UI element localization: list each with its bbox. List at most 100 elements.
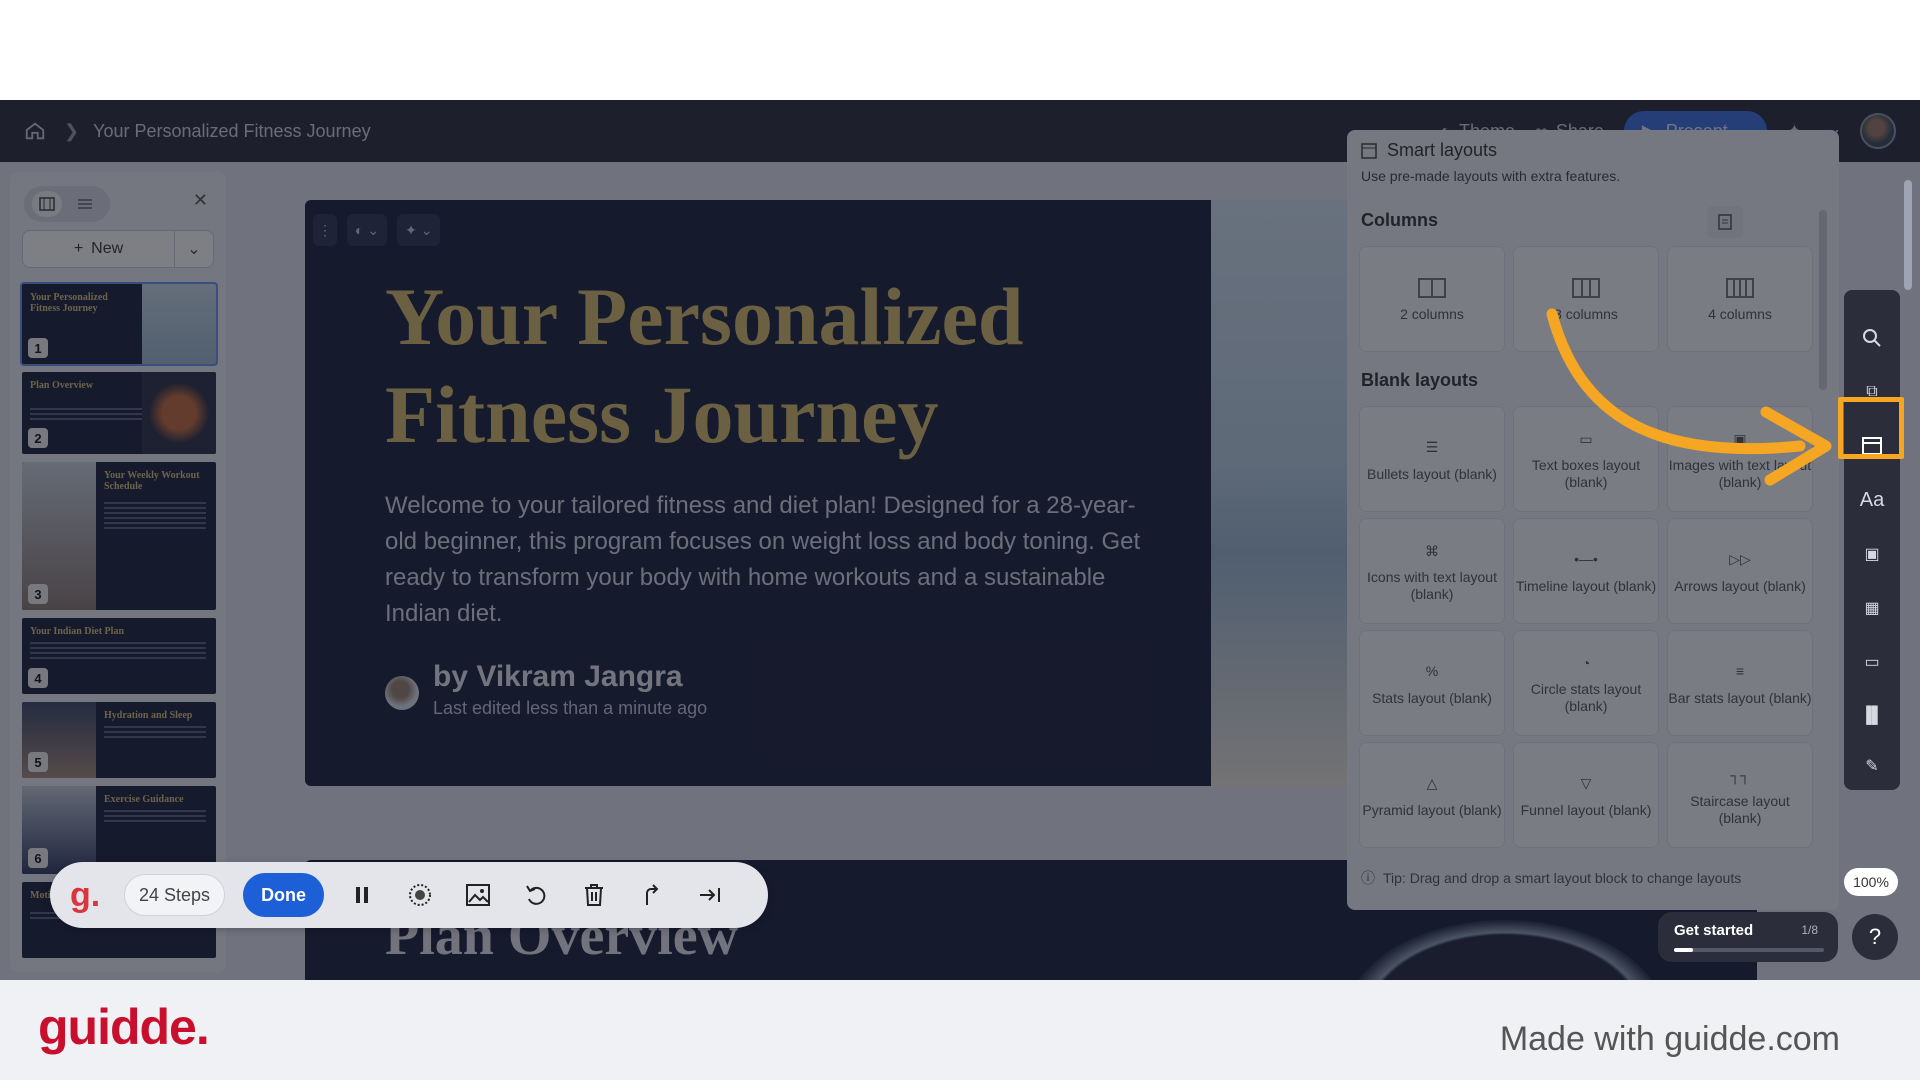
palette-icon: ◐ xyxy=(355,222,364,238)
thumb-number: 5 xyxy=(28,752,48,772)
layout-card-2-columns[interactable]: 2 columns xyxy=(1359,246,1505,352)
skip-end-icon[interactable] xyxy=(690,875,730,915)
layout-card-bullets[interactable]: ☰ Bullets layout (blank) xyxy=(1359,406,1505,512)
breadcrumb-title[interactable]: Your Personalized Fitness Journey xyxy=(93,121,371,142)
thumb-image xyxy=(142,372,216,454)
list-icon xyxy=(78,199,92,209)
zoom-level[interactable]: 100% xyxy=(1844,868,1898,896)
chevron-right-icon: ❯ xyxy=(64,120,80,141)
document-icon[interactable] xyxy=(1707,206,1743,238)
columns-icon xyxy=(1726,276,1754,300)
chart-icon[interactable]: ▐▌ xyxy=(1844,696,1900,736)
get-started-progress xyxy=(1674,948,1824,952)
thumb-title: Exercise Guidance xyxy=(104,794,184,805)
new-slide-button[interactable]: + New ⌄ xyxy=(22,230,214,268)
columns-heading: Columns xyxy=(1361,210,1439,230)
layout-card-pyramid[interactable]: △ Pyramid layout (blank) xyxy=(1359,742,1505,848)
tip-text: ⓘ Tip: Drag and drop a smart layout bloc… xyxy=(1361,870,1742,886)
palette-dropdown[interactable]: ◐ ⌄ xyxy=(347,214,388,246)
last-edited: Last edited less than a minute ago xyxy=(433,698,708,718)
slide-2-image xyxy=(1345,920,1665,980)
slide-title[interactable]: Your Personalized Fitness Journey xyxy=(385,268,1125,464)
thumb-lines xyxy=(30,408,146,423)
done-button[interactable]: Done xyxy=(243,873,325,917)
layout-card-stats[interactable]: % Stats layout (blank) xyxy=(1359,630,1505,736)
plus-icon: + xyxy=(73,240,84,257)
chevron-down-icon: ⌄ xyxy=(367,221,380,238)
text-style-icon[interactable]: Aa xyxy=(1844,480,1900,520)
get-started-widget[interactable]: Get started 1/8 xyxy=(1658,912,1838,962)
panel-view-tabs xyxy=(24,186,110,222)
steps-counter[interactable]: 24 Steps xyxy=(124,874,226,916)
search-icon[interactable] xyxy=(1844,318,1900,358)
percent-icon: % xyxy=(1425,663,1439,679)
undo-icon[interactable] xyxy=(516,875,556,915)
thumb-number: 6 xyxy=(28,848,48,868)
chevron-down-icon: ⌄ xyxy=(420,221,433,238)
pause-icon[interactable] xyxy=(342,875,382,915)
footer: guidde. Made with guidde.com xyxy=(0,980,1920,1080)
help-button[interactable]: ? xyxy=(1852,914,1898,960)
slide-thumb-4[interactable]: Your Indian Diet Plan 4 xyxy=(20,616,218,696)
columns-icon xyxy=(1418,276,1446,300)
thumb-title: Your Personalized Fitness Journey xyxy=(30,292,108,314)
columns-icon xyxy=(1572,276,1600,300)
guidde-logo: g. xyxy=(70,875,101,914)
edit-icon[interactable]: ✎ xyxy=(1844,746,1900,786)
list-view-tab[interactable] xyxy=(70,191,100,217)
thumb-number: 3 xyxy=(28,584,48,604)
get-started-label: Get started xyxy=(1674,922,1754,939)
slide-thumb-5[interactable]: Hydration and Sleep 5 xyxy=(20,700,218,780)
get-started-count: 1/8 xyxy=(1801,923,1818,937)
image-icon[interactable] xyxy=(458,875,498,915)
layout-card-icons-text[interactable]: ⌘ Icons with text layout (blank) xyxy=(1359,518,1505,624)
layout-card-staircase[interactable]: ┐┐ Staircase layout (blank) xyxy=(1667,742,1813,848)
thumb-lines xyxy=(104,810,206,825)
thumb-lines xyxy=(30,642,206,662)
embed-icon[interactable]: ▭ xyxy=(1844,642,1900,682)
share-arrow-icon[interactable] xyxy=(632,875,672,915)
recorder-toolbar: g. 24 Steps Done xyxy=(50,862,768,928)
chevron-down-icon[interactable]: ⌄ xyxy=(175,239,213,259)
new-slide-main[interactable]: + New xyxy=(23,231,175,267)
icons-icon: ⌘ xyxy=(1425,542,1439,559)
sparkle-icon: ✦ xyxy=(405,221,417,238)
blank-layouts-heading: Blank layouts xyxy=(1361,370,1479,390)
slide-thumb-3[interactable]: Your Weekly Workout Schedule 3 xyxy=(20,460,218,612)
home-icon[interactable] xyxy=(24,120,46,142)
slide-thumb-2[interactable]: Plan Overview 2 xyxy=(20,370,218,456)
smart-layouts-subtitle: Use pre-made layouts with extra features… xyxy=(1361,168,1621,184)
pointer-arrow xyxy=(1546,308,1832,486)
slide-thumb-1[interactable]: Your Personalized Fitness Journey 1 xyxy=(20,282,218,366)
image-icon[interactable]: ▣ xyxy=(1844,534,1900,574)
page-scrollbar[interactable] xyxy=(1900,166,1916,980)
layout-card-funnel[interactable]: ▽ Funnel layout (blank) xyxy=(1513,742,1659,848)
film-icon xyxy=(39,197,55,211)
close-icon[interactable]: ✕ xyxy=(193,190,208,211)
layout-card-timeline[interactable]: •—• Timeline layout (blank) xyxy=(1513,518,1659,624)
thumb-image xyxy=(142,284,216,364)
layout-card-arrows[interactable]: ▷▷ Arrows layout (blank) xyxy=(1667,518,1813,624)
slide-body[interactable]: Welcome to your tailored fitness and die… xyxy=(385,488,1165,632)
guidde-logo: guidde. xyxy=(38,999,210,1055)
thumb-lines xyxy=(104,726,206,741)
author-avatar xyxy=(385,676,419,710)
thumbnail-view-tab[interactable] xyxy=(32,191,62,217)
blur-icon[interactable] xyxy=(400,875,440,915)
slide-toolbar: ⋮ ◐ ⌄ ✦ ⌄ xyxy=(313,214,441,246)
ai-edit-dropdown[interactable]: ✦ ⌄ xyxy=(397,214,441,246)
trash-icon[interactable] xyxy=(574,875,614,915)
panel-scrollbar[interactable] xyxy=(1819,196,1829,856)
layout-card-circle-stats[interactable]: ◔ Circle stats layout (blank) xyxy=(1513,630,1659,736)
thumb-title: Plan Overview xyxy=(30,380,94,391)
smart-layouts-header: Smart layouts xyxy=(1361,140,1497,161)
kebab-icon[interactable]: ⋮ xyxy=(313,214,337,246)
avatar[interactable] xyxy=(1860,113,1896,149)
thumb-number: 1 xyxy=(28,338,48,358)
app-frame: ❯ Your Personalized Fitness Journey ◐ Th… xyxy=(0,100,1920,980)
slides-panel: ✕ + New ⌄ Your Personalized Fitness Jour… xyxy=(10,172,226,972)
thumb-title: Your Weekly Workout Schedule xyxy=(104,470,200,492)
staircase-icon: ┐┐ xyxy=(1730,766,1750,783)
media-icon[interactable]: ▦ xyxy=(1844,588,1900,628)
layout-card-bar-stats[interactable]: ≡ Bar stats layout (blank) xyxy=(1667,630,1813,736)
